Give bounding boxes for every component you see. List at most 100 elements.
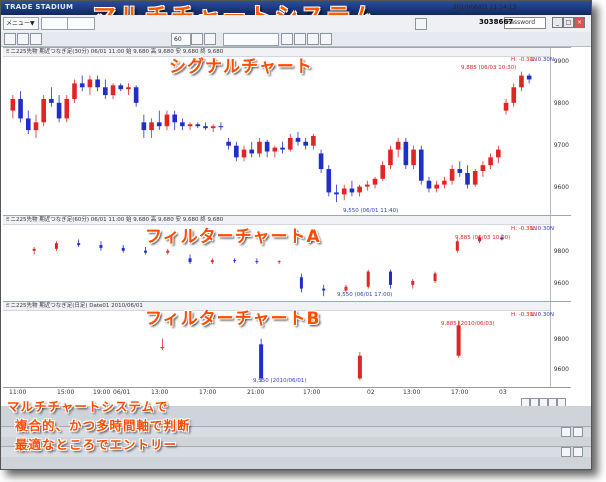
expand-icon[interactable]: [561, 427, 571, 437]
close-icon[interactable]: [573, 447, 583, 457]
chart-toolbar: 60: [1, 32, 591, 47]
lock-icon[interactable]: [415, 18, 427, 30]
candle-body: [33, 122, 39, 131]
account-number-display: 3038667: [479, 18, 514, 26]
y-tick: 9800: [553, 248, 569, 255]
candle-body: [255, 261, 259, 263]
candle-body: [403, 141, 409, 166]
x-tick: 02: [367, 389, 375, 396]
candle-body: [188, 258, 192, 263]
candle-body: [166, 250, 170, 253]
candle-body: [234, 145, 239, 158]
candle-body: [272, 147, 278, 152]
bar-icon[interactable]: [204, 33, 216, 45]
candle-body: [299, 277, 303, 289]
candle-body: [210, 126, 216, 129]
candle-body: [334, 192, 339, 195]
candle-body: [118, 85, 124, 90]
period-input[interactable]: 60: [171, 33, 191, 46]
l-label: L: 0.30N: [531, 312, 555, 318]
filter-b-candles: [160, 320, 461, 383]
candle-body: [322, 288, 326, 291]
candle-icon[interactable]: [191, 33, 203, 45]
candle-body: [457, 169, 463, 173]
x-tick: 13:00: [151, 389, 169, 396]
x-tick: 06/01: [113, 389, 131, 396]
zoom-out-icon[interactable]: [294, 33, 306, 45]
pointer-icon[interactable]: [4, 33, 16, 45]
x-tick: 11:00: [9, 389, 27, 396]
candle-body: [426, 180, 432, 189]
high-annotation: 9,885 (06/03 10:30): [461, 65, 517, 71]
hline-tool-icon[interactable]: [30, 33, 42, 45]
candle-body: [357, 355, 362, 379]
candle-body: [149, 122, 154, 131]
candle-body: [49, 98, 54, 103]
candle-body: [10, 98, 16, 111]
symbol-select-2[interactable]: [67, 17, 95, 30]
y-tick: 9800: [553, 100, 569, 107]
candle-body: [164, 114, 170, 127]
scroll-navigation[interactable]: [521, 398, 573, 407]
high-annotation: 9,885 (2010/06/03): [441, 321, 495, 327]
x-tick: 17:00: [303, 389, 321, 396]
print-icon[interactable]: [320, 33, 332, 45]
candle-body: [187, 124, 193, 127]
candle-body: [442, 180, 447, 185]
candle-body: [264, 141, 270, 152]
signal-chart-panel[interactable]: ミニ225先物 期近つなぎ足(30分) 06/01 11:00 始 9,680 …: [3, 47, 571, 216]
candle-body: [210, 260, 214, 263]
candle-body: [344, 286, 348, 291]
caption-line-2: 複合的、かつ多時間軸で判断: [15, 418, 191, 433]
candle-body: [77, 243, 81, 246]
candle-body: [160, 347, 165, 349]
y-tick: 9700: [553, 142, 569, 149]
candle-body: [455, 241, 459, 251]
candle-body: [465, 172, 470, 185]
candle-body: [472, 171, 478, 185]
candle-body: [395, 141, 401, 150]
close-icon[interactable]: [573, 427, 583, 437]
line-tool-icon[interactable]: [17, 33, 29, 45]
candle-body: [380, 165, 386, 179]
menu-button[interactable]: メニュー▼: [3, 17, 39, 30]
grid-icon[interactable]: [307, 33, 319, 45]
candle-body: [126, 87, 131, 90]
candle-body: [303, 141, 308, 146]
candle-body: [411, 149, 416, 166]
low-annotation: 9,550 (2010/06/01): [253, 378, 307, 384]
candle-body: [295, 137, 301, 142]
filter-a-panel[interactable]: ミニ225先物 期近つなぎ足(60分) 06/01 11:00 始 9,680 …: [3, 215, 571, 302]
candle-body: [79, 83, 85, 88]
maximize-button[interactable]: □: [563, 17, 574, 28]
candle-body: [480, 165, 486, 171]
candle-body: [496, 149, 501, 158]
candle-body: [280, 147, 285, 150]
zoom-in-icon[interactable]: [281, 33, 293, 45]
candle-body: [172, 114, 177, 123]
candle-body: [433, 273, 437, 282]
candle-body: [365, 184, 370, 187]
caption-line-1: マルチチャートシステムで: [7, 399, 169, 414]
clock: 2010/06/03 11:14:13: [453, 4, 517, 11]
candle-body: [156, 122, 162, 127]
filter-b-panel[interactable]: ミニ225先物 期近つなぎ足(日足) Date01 2010/06/01 フィル…: [3, 301, 571, 388]
close-icon[interactable]: ×: [574, 17, 585, 28]
candle-body: [434, 184, 439, 189]
candle-body: [103, 87, 108, 96]
symbol-select[interactable]: [41, 17, 69, 30]
brand-logo: TRADE STADIUM: [5, 3, 74, 11]
candle-body: [226, 141, 231, 146]
candle-body: [72, 83, 77, 99]
indicator-select[interactable]: [223, 33, 279, 46]
minimize-button[interactable]: _: [552, 17, 563, 28]
trading-window: TRADE STADIUM 2010/06/03 11:14:13 マルチチャー…: [0, 0, 592, 470]
candle-body: [99, 245, 103, 248]
expand-icon[interactable]: [561, 447, 571, 457]
candle-body: [366, 271, 370, 287]
candle-body: [411, 281, 415, 285]
candle-body: [287, 137, 293, 150]
candle-body: [311, 135, 316, 146]
candle-body: [241, 149, 247, 158]
candle-body: [95, 79, 100, 88]
